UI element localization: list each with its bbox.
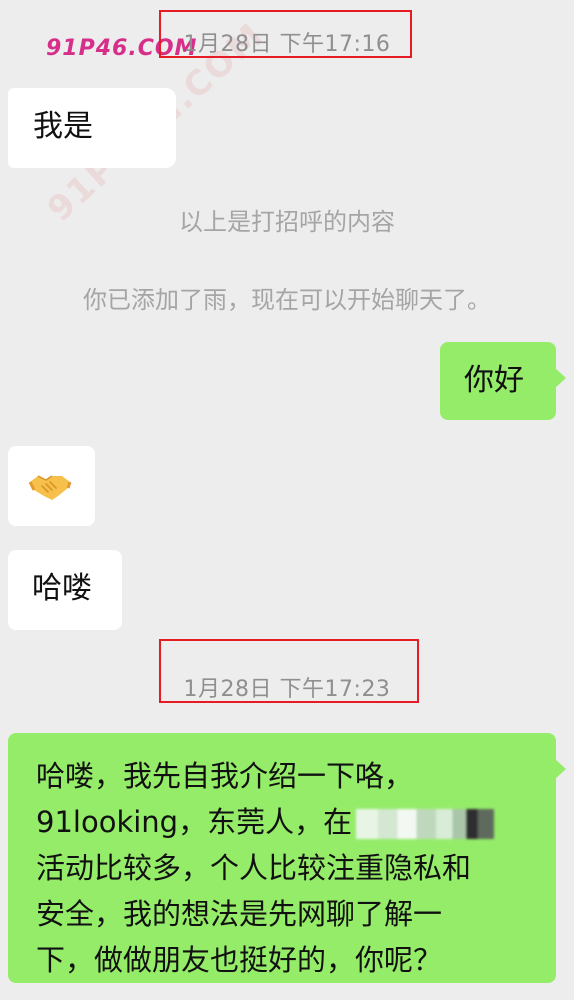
system-notice-friend-added: 你已添加了雨，现在可以开始聊天了。 — [83, 286, 491, 314]
message-line-2: 91looking，东莞人，在 — [36, 799, 556, 845]
system-notice-greeting: 以上是打招呼的内容 — [179, 208, 395, 236]
message-text: 你好 — [464, 363, 524, 398]
timestamp-2: 1月28日 下午17:23 — [183, 677, 391, 702]
message-incoming-2[interactable]: 哈喽 — [8, 550, 122, 630]
handshake-emoji-icon — [28, 475, 72, 500]
message-outgoing-intro[interactable]: 哈喽，我先自我介绍一下咯， 91looking，东莞人，在 活动比较多，个人比较… — [8, 733, 566, 983]
message-text: 我是 — [33, 109, 93, 144]
message-line-3: 活动比较多，个人比较注重隐私和 — [36, 851, 472, 885]
message-incoming-1[interactable]: 我是 — [8, 88, 176, 168]
message-outgoing-1[interactable]: 你好 — [440, 342, 566, 420]
message-line-5: 下，做做朋友也挺好的，你呢？ — [36, 943, 443, 977]
message-text: 哈喽 — [32, 571, 92, 606]
timestamp-1: 1月28日 下午17:16 — [183, 32, 391, 57]
message-line-2-text: 91looking，东莞人，在 — [36, 805, 353, 839]
censor-mosaic — [356, 809, 495, 839]
message-line-4: 安全，我的想法是先网聊了解一 — [36, 897, 443, 931]
message-line-1: 哈喽，我先自我介绍一下咯， — [36, 759, 414, 793]
